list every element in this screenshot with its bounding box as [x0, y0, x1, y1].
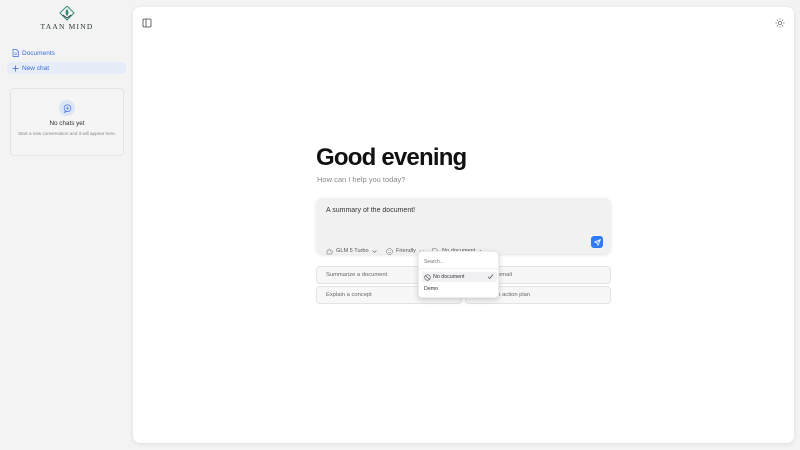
greeting-subtitle: How can I help you today?: [317, 175, 406, 184]
document-icon: [11, 49, 19, 57]
dropdown-option-no-document[interactable]: No document: [422, 272, 497, 282]
document-search-input[interactable]: [424, 259, 494, 265]
document-dropdown: No document Demo: [418, 251, 499, 298]
model-label: GLM 5 Turbo: [336, 248, 369, 254]
tone-label: Friendly: [396, 248, 416, 254]
chevron-down-icon: [371, 249, 377, 253]
empty-chats-card: No chats yet Start a new conversation an…: [10, 88, 124, 156]
dropdown-option-label: No document: [433, 274, 465, 280]
send-icon: [593, 238, 601, 246]
sidebar-item-documents[interactable]: Documents: [7, 47, 126, 59]
smile-icon: [386, 247, 393, 255]
dropdown-option-label: Demo: [424, 286, 439, 292]
main-panel: Good evening How can I help you today? G…: [133, 7, 794, 443]
sidebar-item-label: Documents: [22, 49, 55, 57]
toggle-sidebar-button[interactable]: [142, 15, 152, 28]
check-icon: [487, 273, 494, 282]
empty-title: No chats yet: [49, 120, 85, 127]
dropdown-option-demo[interactable]: Demo: [422, 284, 497, 294]
chat-bubble-icon: [59, 100, 75, 116]
plus-icon: [11, 64, 19, 72]
model-icon: [326, 248, 333, 255]
logo-icon: [59, 6, 75, 21]
message-input[interactable]: [326, 207, 586, 214]
sun-icon: [775, 18, 785, 28]
sidebar-item-label: New chat: [22, 64, 50, 72]
send-button[interactable]: [591, 236, 603, 248]
model-selector[interactable]: GLM 5 Turbo: [326, 246, 377, 256]
brand-logo[interactable]: TAAN MIND: [37, 6, 97, 31]
greeting-heading: Good evening: [316, 144, 467, 171]
no-document-icon: [424, 273, 431, 281]
divider: [419, 268, 498, 269]
theme-toggle-button[interactable]: [775, 15, 785, 28]
sidebar: TAAN MIND Documents New chat No chats ye…: [0, 0, 133, 450]
brand-name: TAAN MIND: [40, 22, 94, 31]
sidebar-toggle-icon: [142, 18, 152, 28]
empty-subtitle: Start a new conversation and it will app…: [17, 131, 117, 136]
sidebar-item-new-chat[interactable]: New chat: [7, 62, 126, 74]
